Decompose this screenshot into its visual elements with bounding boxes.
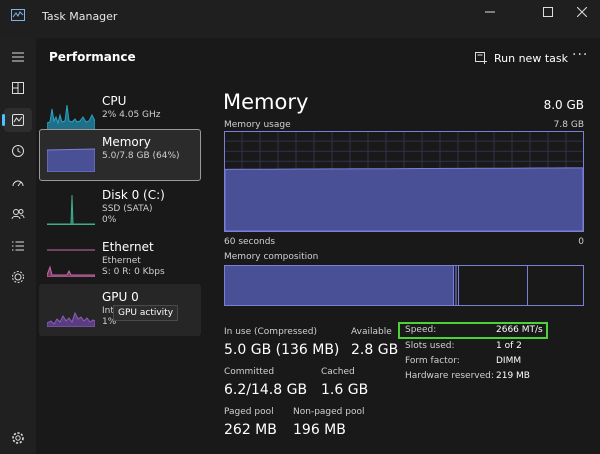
in-use-label: In use (Compressed)	[224, 327, 317, 337]
hardware-reserved-label: Hardware reserved:	[405, 371, 494, 381]
hamburger-menu-icon	[12, 52, 24, 62]
paged-pool-label: Paged pool	[224, 407, 274, 417]
nav-app-history[interactable]	[4, 139, 32, 163]
more-options-button[interactable]: ···	[572, 47, 588, 63]
memory-usage-graph	[224, 131, 584, 232]
title-bar: Task Manager	[0, 0, 600, 38]
card-detail: Ethernet	[102, 256, 141, 266]
non-paged-pool-label: Non-paged pool	[293, 407, 365, 417]
run-new-task-label: Run new task	[494, 51, 568, 65]
details-icon	[12, 241, 24, 251]
memory-usage-max: 7.8 GB	[553, 120, 584, 130]
card-detail: 2% 4.05 GHz	[102, 110, 161, 120]
perf-card-ethernet[interactable]: Ethernet Ethernet S: 0 R: 0 Kbps	[39, 234, 201, 286]
app-title: Task Manager	[42, 10, 118, 23]
settings-icon	[12, 432, 24, 444]
memory-composition-bar	[224, 265, 584, 306]
paged-pool-value: 262 MB	[224, 422, 277, 438]
perf-card-memory[interactable]: Memory 5.0/7.8 GB (64%)	[39, 129, 201, 181]
ethernet-thumbnail-graph	[47, 249, 95, 277]
cached-value: 1.6 GB	[321, 382, 369, 398]
card-detail-2: S: 0 R: 0 Kbps	[102, 267, 165, 277]
close-icon	[577, 7, 587, 17]
nav-processes[interactable]	[4, 76, 32, 100]
main-panel: Performance Run new task ··· CPU 2% 4.05…	[36, 38, 600, 454]
available-label: Available	[351, 327, 392, 337]
memory-composition-label: Memory composition	[224, 252, 319, 262]
gpu-activity-tooltip: GPU activity	[113, 305, 179, 321]
composition-modified	[455, 266, 457, 305]
nav-performance[interactable]	[2, 108, 32, 132]
card-detail-2: 0%	[102, 215, 117, 225]
memory-usage-label: Memory usage	[224, 120, 291, 130]
memory-thumbnail-graph	[47, 148, 95, 172]
memory-total: 8.0 GB	[543, 98, 584, 112]
disk-thumbnail-graph	[47, 194, 95, 225]
card-detail: 5.0/7.8 GB (64%)	[102, 151, 180, 161]
card-name: Disk 0 (C:)	[102, 188, 165, 202]
in-use-value: 5.0 GB (136 MB)	[224, 342, 340, 358]
time-axis-end: 0	[578, 237, 584, 247]
available-value: 2.8 GB	[351, 342, 399, 358]
perf-card-disk[interactable]: Disk 0 (C:) SSD (SATA) 0%	[39, 182, 201, 234]
slots-used-label: Slots used:	[405, 341, 455, 351]
card-detail: SSD (SATA)	[102, 204, 153, 214]
startup-apps-icon	[12, 180, 24, 187]
time-axis-start: 60 seconds	[224, 237, 276, 247]
form-factor-value: DIMM	[496, 356, 522, 366]
nav-hamburger[interactable]	[4, 45, 32, 69]
card-name: Ethernet	[102, 240, 154, 254]
speed-value: 2666 MT/s	[496, 325, 543, 335]
card-name: CPU	[102, 94, 127, 108]
nav-details[interactable]	[4, 234, 32, 258]
task-manager-app-icon	[11, 9, 25, 21]
hardware-reserved-value: 219 MB	[496, 371, 530, 381]
page-title: Performance	[49, 50, 136, 64]
users-icon	[11, 209, 25, 220]
nav-startup-apps[interactable]	[4, 171, 32, 195]
nav-settings[interactable]	[4, 426, 32, 450]
form-factor-label: Form factor:	[405, 356, 460, 366]
non-paged-pool-value: 196 MB	[293, 422, 346, 438]
slots-used-value: 1 of 2	[496, 341, 522, 351]
speed-label: Speed:	[405, 325, 437, 335]
run-new-task-icon	[475, 52, 487, 64]
close-button[interactable]	[560, 0, 600, 24]
card-name: GPU 0	[102, 290, 139, 304]
maximize-icon	[543, 7, 553, 17]
composition-in-use	[225, 266, 454, 305]
processes-icon	[12, 82, 24, 94]
committed-value: 6.2/14.8 GB	[224, 382, 308, 398]
composition-divider-standby	[458, 266, 459, 305]
memory-heading: Memory	[223, 90, 309, 114]
nav-users[interactable]	[4, 202, 32, 226]
cpu-thumbnail-graph	[47, 104, 95, 131]
run-new-task-button[interactable]: Run new task	[474, 48, 568, 68]
navigation-rail	[0, 38, 36, 454]
card-name: Memory	[102, 135, 151, 149]
cached-label: Cached	[321, 367, 355, 377]
performance-icon	[12, 114, 24, 126]
committed-label: Committed	[224, 367, 275, 377]
gpu-thumbnail-graph	[47, 311, 95, 327]
app-history-icon	[12, 145, 24, 157]
nav-services[interactable]	[4, 265, 32, 289]
services-icon	[12, 271, 24, 283]
minimize-icon	[485, 11, 495, 13]
composition-divider-free	[527, 266, 528, 305]
minimize-button[interactable]	[468, 0, 512, 24]
